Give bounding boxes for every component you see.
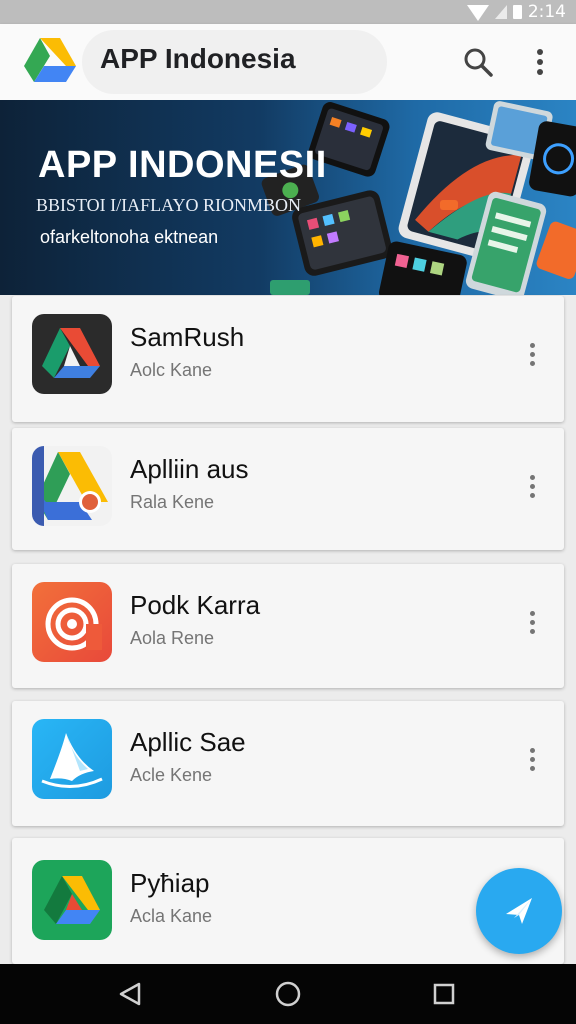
app-name: Apllic Sae <box>130 727 246 757</box>
back-icon <box>119 982 141 1006</box>
status-time: 2:14 <box>527 2 566 22</box>
home-button[interactable] <box>268 974 308 1014</box>
more-vert-icon[interactable] <box>520 602 544 642</box>
send-fab-button[interactable] <box>476 868 562 954</box>
send-icon <box>506 898 532 924</box>
battery-icon <box>512 5 522 19</box>
app-title: APP Indonesia <box>100 43 296 74</box>
system-nav-bar <box>0 964 576 1024</box>
banner-title: APP INDONESII <box>38 144 327 186</box>
banner-subtitle-2: ofarkeltonoha ektnean <box>40 227 219 247</box>
search-icon <box>464 48 493 77</box>
recents-icon <box>433 983 455 1005</box>
broadcast-icon <box>32 582 112 662</box>
app-name: Aplliin aus <box>130 454 249 484</box>
more-vert-icon[interactable] <box>520 334 544 374</box>
app-list-item[interactable]: Podk Karra Aola Rene <box>12 564 564 688</box>
app-bar: APP Indonesia <box>0 24 576 100</box>
search-button[interactable] <box>458 42 498 82</box>
app-list-item[interactable]: Apllic Sae Acle Kene <box>12 701 564 826</box>
recents-button[interactable] <box>424 974 464 1014</box>
wifi-icon <box>466 5 489 21</box>
app-name: SamRush <box>130 322 245 352</box>
status-bar: 2:14 <box>0 0 576 24</box>
signal-icon <box>494 5 507 19</box>
app-subtitle: Acla Kane <box>130 906 213 926</box>
app-subtitle: Aolc Kane <box>130 360 213 380</box>
app-subtitle: Acle Kene <box>130 765 213 785</box>
drive-badge-icon <box>32 446 112 526</box>
overflow-menu-button[interactable] <box>520 42 560 82</box>
status-icons: 2:14 <box>466 2 566 22</box>
banner-subtitle-1: BBISTOI I/IAFLAYO RIONMBON <box>36 195 302 215</box>
promo-banner[interactable]: APP INDONESII BBISTOI I/IAFLAYO RIONMBON… <box>0 100 576 295</box>
app-subtitle: Aola Rene <box>130 628 215 648</box>
drive-green-icon <box>32 860 112 940</box>
more-vert-icon[interactable] <box>520 739 544 779</box>
app-subtitle: Rala Kene <box>130 492 215 512</box>
app-name: Pyħiap <box>130 868 210 898</box>
app-list-item[interactable]: Aplliin aus Rala Kene <box>12 428 564 550</box>
more-vert-icon[interactable] <box>520 466 544 506</box>
app-list-item[interactable]: SamRush Aolc Kane <box>12 296 564 422</box>
app-logo-icon <box>24 38 76 82</box>
shark-fin-icon <box>32 719 112 799</box>
home-icon <box>275 981 301 1007</box>
drive-dark-icon <box>32 314 112 394</box>
more-vert-icon <box>537 49 543 75</box>
back-button[interactable] <box>110 974 150 1014</box>
app-name: Podk Karra <box>130 590 261 620</box>
